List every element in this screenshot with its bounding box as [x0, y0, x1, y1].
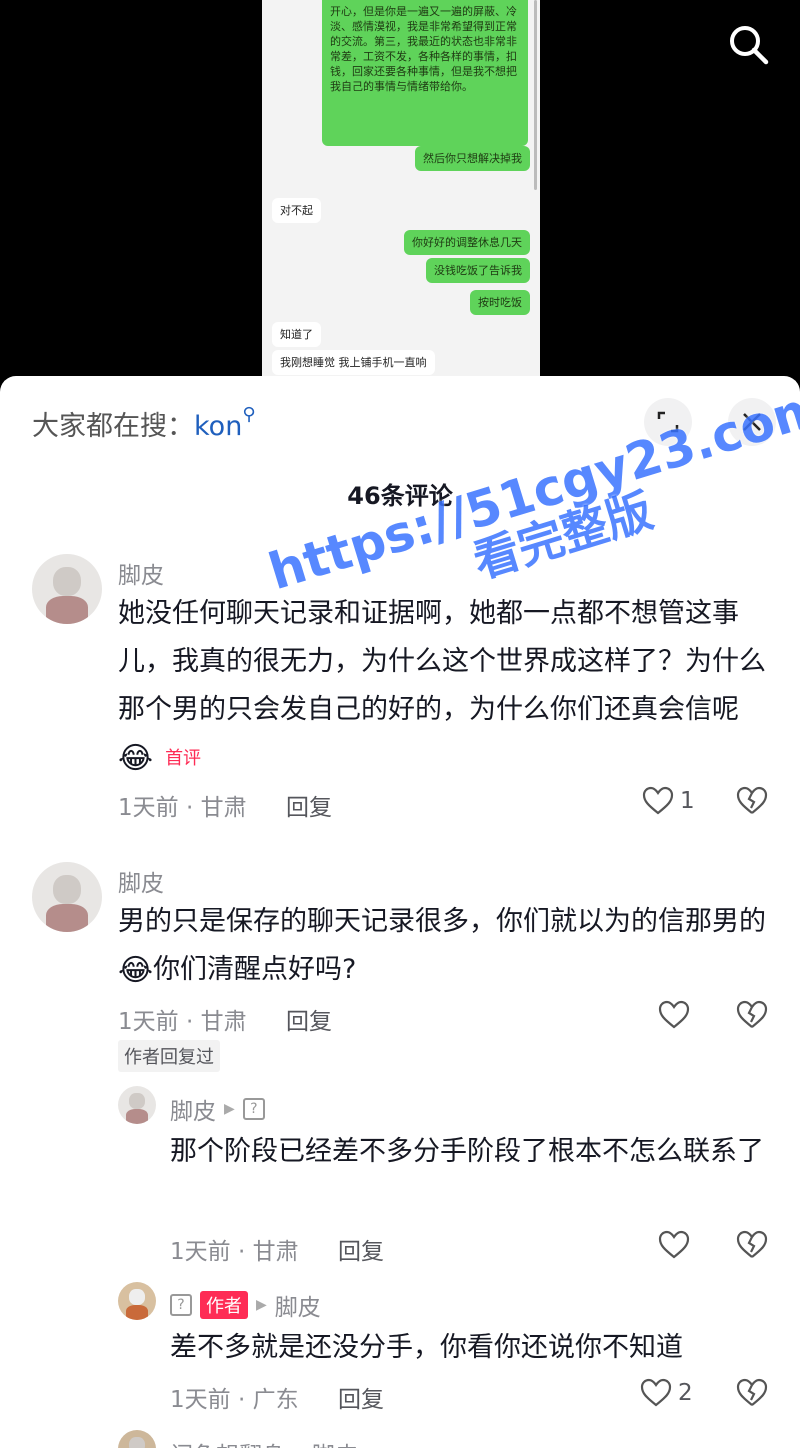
chat-bubble: 知道了 — [272, 322, 321, 347]
chat-bubble: 按时吃饭 — [470, 290, 530, 315]
like-count: 1 — [680, 788, 695, 814]
avatar[interactable] — [118, 1430, 156, 1448]
video-area[interactable]: 开心，但是你是一遍又一遍的屏蔽、冷淡、感情漠视，我是非常希望得到正常的交流。第三… — [0, 0, 800, 400]
like-button[interactable] — [658, 1000, 690, 1030]
search-icon[interactable] — [726, 22, 770, 66]
suggest-keyword[interactable]: kon — [194, 411, 242, 442]
reply-meta: 1天前 · 广东 — [170, 1387, 299, 1413]
like-button[interactable]: 1 — [642, 786, 695, 816]
chat-bubble: 对不起 — [272, 198, 321, 223]
laugh-cry-emoji: 😂 — [118, 952, 154, 988]
reply-meta: 1天前 · 甘肃 — [170, 1239, 299, 1265]
heart-icon — [658, 1000, 690, 1029]
reply-header: 脚皮 ▶ ? — [170, 1092, 265, 1126]
comment-body: 男的只是保存的聊天记录很多，你们就以为的信那男的 — [118, 906, 766, 937]
comment-username[interactable]: 脚皮 — [118, 864, 164, 898]
author-badge: 作者 — [200, 1291, 248, 1319]
reply-header: 闲鱼想翻身 ▶ 脚皮 — [170, 1436, 358, 1448]
chat-bubble: 没钱吃饭了告诉我 — [426, 258, 530, 283]
broken-heart-icon[interactable] — [736, 1230, 768, 1264]
reply-to-username[interactable]: 脚皮 — [312, 1436, 358, 1448]
suggest-label: 大家都在搜： — [32, 411, 194, 442]
chat-bubble: 然后你只想解决掉我 — [415, 146, 530, 171]
like-count: 2 — [678, 1380, 693, 1406]
like-button[interactable]: 2 — [640, 1378, 693, 1408]
comment-text: 男的只是保存的聊天记录很多，你们就以为的信那男的 😂你们清醒点好吗? — [118, 898, 768, 995]
laugh-cry-emoji: 😂 — [118, 740, 154, 776]
reply-to-username[interactable]: 脚皮 — [275, 1288, 321, 1322]
reply-button[interactable]: 回复 — [338, 1380, 384, 1414]
comment-meta: 1天前 · 甘肃 — [118, 1009, 247, 1035]
chat-screenshot: 开心，但是你是一遍又一遍的屏蔽、冷淡、感情漠视，我是非常希望得到正常的交流。第三… — [262, 0, 540, 380]
chat-bubble: 我刚想睡觉 我上铺手机一直响 — [272, 350, 435, 375]
reply-username[interactable]: 脚皮 — [170, 1092, 216, 1126]
broken-heart-icon[interactable] — [736, 1378, 768, 1412]
heart-icon — [640, 1378, 672, 1407]
first-comment-tag: 首评 — [165, 747, 202, 769]
avatar[interactable] — [118, 1086, 156, 1124]
like-button[interactable] — [658, 1230, 690, 1260]
reply-button[interactable]: 回复 — [286, 788, 332, 822]
comment-body: 她没任何聊天记录和证据啊，她都一点都不想管这事儿，我真的很无力，为什么这个世界成… — [118, 598, 766, 725]
chat-scrollbar — [534, 0, 537, 190]
reply-button[interactable]: 回复 — [286, 1002, 332, 1036]
reply-header: ? 作者 ▶ 脚皮 — [170, 1288, 321, 1322]
comment-text: 她没任何聊天记录和证据啊，她都一点都不想管这事儿，我真的很无力，为什么这个世界成… — [118, 590, 768, 783]
unknown-glyph-icon: ? — [242, 1098, 265, 1120]
play-arrow-icon: ▶ — [256, 1297, 267, 1313]
broken-heart-icon[interactable] — [736, 1000, 768, 1034]
author-avatar[interactable] — [118, 1282, 156, 1320]
comment-username[interactable]: 脚皮 — [118, 556, 164, 590]
author-replied-badge: 作者回复过 — [118, 1040, 220, 1072]
broken-heart-icon[interactable] — [736, 786, 768, 820]
play-arrow-icon: ▶ — [224, 1101, 235, 1117]
heart-icon — [642, 786, 674, 815]
avatar[interactable] — [32, 862, 102, 932]
small-search-icon: ⚲ — [242, 404, 256, 425]
reply-text: 那个阶段已经差不多分手阶段了根本不怎么联系了 — [170, 1136, 764, 1167]
comment-body-end: 你们清醒点好吗? — [153, 954, 357, 985]
chat-bubble: 你好好的调整休息几天 — [404, 230, 530, 255]
avatar[interactable] — [32, 554, 102, 624]
unknown-glyph-icon: ? — [170, 1294, 192, 1316]
comment-meta: 1天前 · 甘肃 — [118, 795, 247, 821]
reply-button[interactable]: 回复 — [338, 1232, 384, 1266]
reply-username[interactable]: 闲鱼想翻身 — [170, 1436, 285, 1448]
chat-bubble: 开心，但是你是一遍又一遍的屏蔽、冷淡、感情漠视，我是非常希望得到正常的交流。第三… — [322, 0, 528, 146]
search-suggestion[interactable]: 大家都在搜：kon⚲ — [32, 404, 256, 443]
reply-text: 差不多就是还没分手，你看你还说你不知道 — [170, 1332, 683, 1363]
heart-icon — [658, 1230, 690, 1259]
